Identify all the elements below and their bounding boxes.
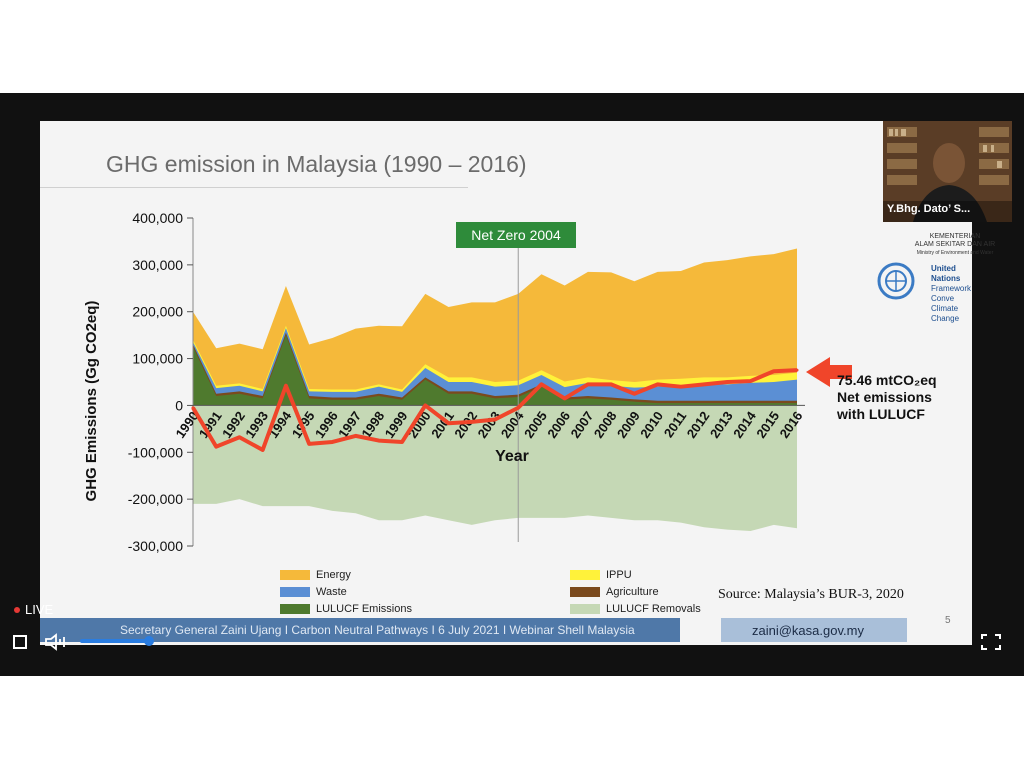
net-emissions-point: [214, 445, 218, 449]
annotation-line-3: with LULUCF: [837, 406, 925, 422]
unfccc-text: United Nations Framework Conve Climate C…: [931, 264, 972, 324]
y-tick-label: 200,000: [132, 304, 183, 320]
unfccc-logo-icon: [877, 262, 915, 300]
live-label: LIVE: [25, 602, 54, 617]
net-emissions-point: [400, 440, 404, 444]
slide-footer-text: Secretary General Zaini Ujang I Carbon N…: [120, 623, 635, 637]
legend-label: LULUCF Removals: [606, 603, 701, 615]
un-line-3: Climate Change: [931, 304, 960, 323]
net-emissions-point: [586, 382, 590, 386]
y-tick-label: 400,000: [132, 210, 183, 226]
ministry-line-3: Ministry of Environment and Water: [916, 250, 994, 256]
net-emissions-point: [795, 368, 799, 372]
y-tick-label: -100,000: [128, 444, 183, 460]
legend-swatch: [280, 604, 310, 614]
net-emissions-point: [191, 406, 195, 410]
net-emissions-point: [725, 380, 729, 384]
legend-swatch: [570, 570, 600, 580]
net-emissions-point: [516, 406, 520, 410]
legend-label: Agriculture: [606, 586, 659, 598]
live-dot-icon: [14, 606, 20, 613]
legend-label: Waste: [316, 586, 347, 598]
legend-item-waste: Waste: [280, 586, 347, 598]
legend-swatch: [570, 604, 600, 614]
net-emissions-point: [330, 440, 334, 444]
ministry-line-1: KEMENTERIAN: [929, 233, 981, 240]
y-axis-label: GHG Emissions (Gg CO2eq): [83, 301, 100, 502]
net-emissions-point: [749, 379, 753, 383]
legend-swatch: [280, 570, 310, 580]
net-emissions-point: [261, 448, 265, 452]
ghg-chart: 400,000 300,000 200,000 100,000 0 -100,000 -20…: [83, 210, 852, 554]
un-line-1: United Nations: [931, 264, 961, 283]
net-emissions-point: [609, 382, 613, 386]
y-tick-label: 100,000: [132, 351, 183, 367]
legend-label: IPPU: [606, 569, 632, 581]
net-emissions-point: [493, 417, 497, 421]
net-emissions-point: [423, 403, 427, 407]
ministry-logo-text: KEMENTERIAN ALAM SEKITAR DAN AIR Ministr…: [895, 233, 1015, 257]
net-emissions-point: [447, 421, 451, 425]
legend-item-ippu: IPPU: [570, 569, 632, 581]
progress-bar[interactable]: [80, 639, 152, 643]
y-tick-label: -300,000: [128, 538, 183, 554]
video-player[interactable]: GHG emission in Malaysia (1990 – 2016) 4…: [0, 93, 1024, 676]
footer-email: zaini@kasa.gov.my: [752, 623, 864, 638]
live-indicator: LIVE: [14, 602, 53, 617]
x-axis-label: Year: [495, 448, 529, 465]
legend-label: Energy: [316, 569, 351, 581]
ministry-line-2: ALAM SEKITAR DAN AIR: [914, 241, 996, 248]
speaker-name: Y.Bhg. Dato’ S...: [887, 203, 971, 215]
annotation-line-1: 75.46 mtCO₂eq: [837, 372, 937, 388]
legend-label: LULUCF Emissions: [316, 603, 412, 615]
source-note: Source: Malaysia’s BUR-3, 2020: [718, 587, 904, 602]
y-tick-label: 300,000: [132, 257, 183, 273]
legend-item-lulucf-emissions: LULUCF Emissions: [280, 603, 412, 615]
net-emissions-point: [377, 439, 381, 443]
stop-button[interactable]: [13, 635, 27, 649]
legend-item-energy: Energy: [280, 569, 351, 581]
net-emissions-point: [354, 434, 358, 438]
net-emissions-point: [656, 382, 660, 386]
net-emissions-point: [632, 392, 636, 396]
un-line-2: Framework Conve: [931, 284, 972, 303]
net-emissions-point: [679, 385, 683, 389]
net-emissions-point: [284, 384, 288, 388]
y-tick-label: -200,000: [128, 491, 183, 507]
volume-icon[interactable]: [44, 633, 68, 651]
fullscreen-icon[interactable]: [980, 633, 1002, 651]
net-emissions-point: [772, 369, 776, 373]
progress-handle[interactable]: [144, 636, 154, 646]
net-emissions-point: [237, 435, 241, 439]
net-zero-label: Net Zero 2004: [456, 222, 576, 248]
y-tick-label: 0: [175, 397, 183, 413]
speaker-webcam[interactable]: Y.Bhg. Dato’ S...: [883, 121, 1012, 222]
annotation-line-2: Net emissions: [837, 389, 932, 405]
legend-swatch: [570, 587, 600, 597]
net-emissions-point: [563, 396, 567, 400]
slide-page-number: 5: [945, 615, 951, 626]
presentation-slide: GHG emission in Malaysia (1990 – 2016) 4…: [40, 121, 1012, 645]
legend-item-lulucf-removals: LULUCF Removals: [570, 603, 701, 615]
net-emissions-point: [702, 382, 706, 386]
net-emissions-annotation: 75.46 mtCO₂eq Net emissions with LULUCF: [837, 372, 937, 423]
legend-swatch: [280, 587, 310, 597]
net-emissions-point: [470, 420, 474, 424]
legend-item-agriculture: Agriculture: [570, 586, 659, 598]
net-emissions-point: [539, 382, 543, 386]
net-emissions-point: [307, 442, 311, 446]
